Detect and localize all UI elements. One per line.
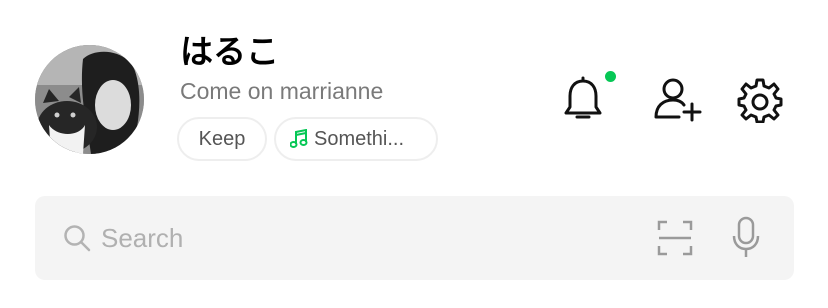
notification-dot: [605, 71, 616, 82]
profile-name[interactable]: はるこ: [180, 30, 279, 74]
search-input[interactable]: [101, 218, 621, 258]
music-button[interactable]: Somethi...: [274, 117, 438, 161]
notifications-button[interactable]: [561, 76, 605, 122]
bell-icon: [564, 76, 602, 119]
avatar[interactable]: [35, 45, 144, 154]
settings-button[interactable]: [737, 77, 783, 123]
search-icon: [63, 224, 91, 252]
profile-photo-icon: [35, 45, 144, 154]
add-friend-button[interactable]: [653, 76, 703, 122]
music-note-icon: [290, 129, 308, 149]
search-bar[interactable]: [35, 196, 794, 280]
add-friend-icon: [654, 78, 702, 122]
music-label: Somethi...: [314, 127, 405, 150]
status-message[interactable]: Come on marrianne: [180, 76, 383, 106]
qr-scan-icon[interactable]: [657, 220, 693, 256]
microphone-icon[interactable]: [731, 216, 761, 260]
keep-label: Keep: [198, 127, 246, 150]
gear-icon: [737, 78, 783, 123]
keep-button[interactable]: Keep: [177, 117, 267, 161]
